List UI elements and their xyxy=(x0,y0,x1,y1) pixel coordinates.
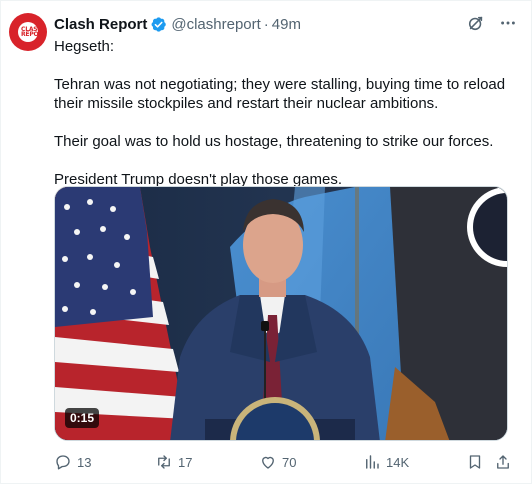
bookmark-button[interactable] xyxy=(466,453,489,471)
like-count: 70 xyxy=(282,454,297,470)
verified-badge-icon xyxy=(150,16,167,33)
share-button[interactable] xyxy=(494,453,517,471)
like-button[interactable]: 70 xyxy=(259,453,296,471)
header-actions xyxy=(467,14,517,32)
tweet-paragraph: Tehran was not negotiating; they were st… xyxy=(54,76,506,112)
separator-dot: · xyxy=(263,15,269,33)
repost-count: 17 xyxy=(178,454,193,470)
video-player[interactable]: 0:15 xyxy=(54,186,508,441)
like-icon xyxy=(262,456,274,469)
author-name[interactable]: Clash Report xyxy=(54,16,147,33)
grok-icon[interactable] xyxy=(467,14,485,32)
tweet-paragraph: Hegseth: xyxy=(54,38,115,55)
reply-count: 13 xyxy=(77,454,92,470)
avatar-logo-text: CLASH REPORT xyxy=(21,27,47,38)
repost-icon xyxy=(158,455,170,469)
timestamp[interactable]: 49m xyxy=(272,16,301,33)
tweet-card[interactable]: CLASH REPORT Clash Report @clashreport ·… xyxy=(0,0,532,484)
author-handle[interactable]: @clashreport xyxy=(171,16,260,33)
views-button[interactable]: 14K xyxy=(363,453,409,471)
video-frame xyxy=(55,187,507,440)
bookmark-icon xyxy=(469,455,481,469)
avatar-text-line2: REPORT xyxy=(21,31,47,38)
tweet-header: Clash Report @clashreport · 49m xyxy=(54,14,301,34)
action-bar: 13 17 70 14K xyxy=(54,453,514,473)
views-icon xyxy=(366,455,379,469)
tweet-text: Hegseth: Tehran was not negotiating; the… xyxy=(54,37,514,189)
more-icon[interactable] xyxy=(499,14,517,32)
share-icon xyxy=(497,455,509,469)
reply-icon xyxy=(56,455,70,470)
avatar[interactable]: CLASH REPORT xyxy=(9,13,47,51)
tweet-paragraph: Their goal was to hold us hostage, threa… xyxy=(54,133,494,150)
video-duration: 0:15 xyxy=(65,408,100,428)
reply-button[interactable]: 13 xyxy=(54,453,91,471)
repost-button[interactable]: 17 xyxy=(155,453,192,471)
views-count: 14K xyxy=(386,454,410,470)
